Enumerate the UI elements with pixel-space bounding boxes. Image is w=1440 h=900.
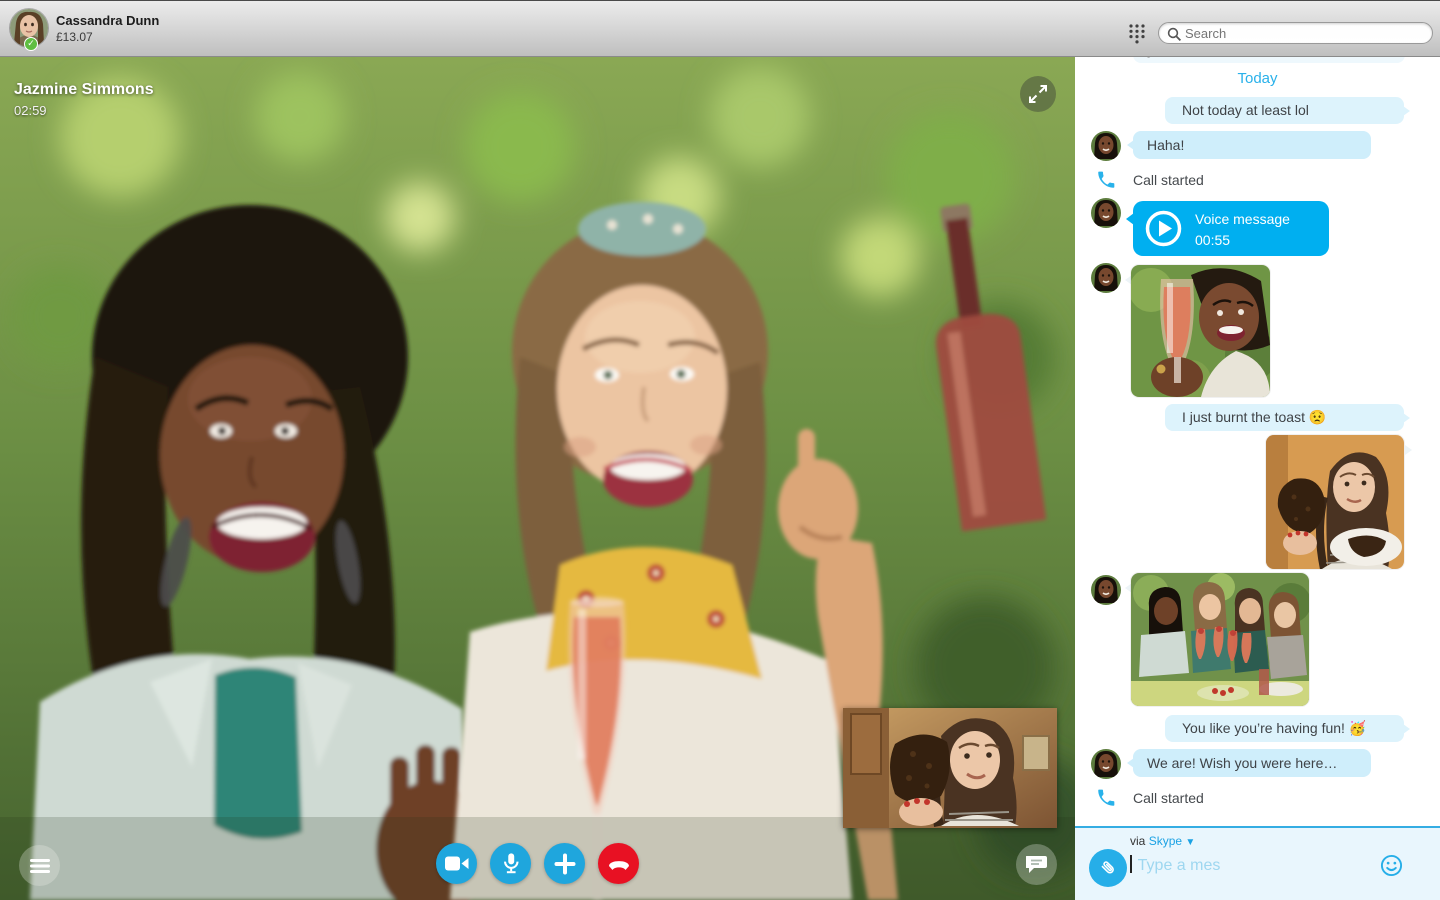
photo-message[interactable]: [1131, 573, 1309, 706]
message-bubble-sent: You like you’re having fun! 🥳: [1165, 715, 1410, 742]
voice-message-duration: 00:55: [1195, 232, 1231, 248]
end-call-icon: [608, 860, 629, 870]
peer-avatar[interactable]: [1091, 131, 1121, 161]
text-cursor: [1130, 855, 1132, 873]
plus-icon: [554, 853, 575, 874]
chat-bubble-icon: [1025, 856, 1047, 873]
account-balance: £13.07: [56, 30, 93, 44]
peer-avatar[interactable]: [1091, 749, 1121, 779]
via-service-selector[interactable]: via Skype ▼: [1130, 834, 1195, 848]
photo-message[interactable]: [1131, 265, 1270, 397]
add-participant-button[interactable]: [544, 843, 585, 884]
chevron-down-icon: ▼: [1185, 837, 1196, 848]
via-service: Skype: [1148, 834, 1183, 848]
play-button[interactable]: [1145, 210, 1182, 247]
message-bubble-sent: Not today at least lol: [1165, 97, 1410, 124]
peer-name: Jazmine Simmons: [14, 81, 154, 98]
chat-toggle-button[interactable]: [1016, 844, 1057, 885]
message-input[interactable]: Type a mes: [1130, 855, 1220, 875]
search-input[interactable]: [1185, 24, 1425, 42]
video-call-stage: Jazmine Simmons 02:59: [0, 57, 1075, 900]
fullscreen-button[interactable]: [1020, 76, 1056, 112]
clipped-message-bubble: yes: [1133, 57, 1405, 63]
phone-icon: [1098, 171, 1115, 188]
compose-area: via Skype ▼ Type a mes: [1075, 826, 1440, 900]
emoji-picker-button[interactable]: [1380, 854, 1403, 877]
peer-avatar[interactable]: [1091, 198, 1121, 228]
photo-message[interactable]: [1266, 435, 1404, 569]
hamburger-icon: [29, 858, 50, 873]
call-menu-button[interactable]: [19, 845, 60, 886]
peer-avatar[interactable]: [1091, 263, 1121, 293]
date-header: Today: [1237, 70, 1278, 87]
message-placeholder: Type a mes: [1137, 857, 1221, 874]
online-status-check-icon: ✓: [24, 37, 38, 51]
top-toolbar: ✓ Cassandra Dunn £13.07: [0, 0, 1440, 57]
system-message: Call started: [1133, 790, 1204, 806]
message-bubble-received: Haha!: [1127, 131, 1371, 159]
dialpad-icon[interactable]: [1126, 23, 1148, 45]
photo-tail: [1405, 445, 1412, 455]
self-view-video[interactable]: [843, 708, 1057, 828]
via-prefix: via: [1130, 834, 1146, 848]
toggle-camera-button[interactable]: [436, 843, 477, 884]
camera-icon: [444, 856, 468, 871]
peer-avatar[interactable]: [1091, 575, 1121, 605]
toggle-microphone-button[interactable]: [490, 843, 531, 884]
microphone-icon: [503, 853, 519, 874]
expand-icon: [1029, 85, 1047, 103]
message-bubble-sent: I just burnt the toast 😟: [1165, 404, 1410, 431]
call-timer: 02:59: [14, 103, 47, 118]
voice-message-title: Voice message: [1195, 211, 1290, 227]
message-bubble-received: We are! Wish you were here…: [1127, 749, 1371, 777]
search-icon: [1167, 27, 1182, 42]
paperclip-icon: [1101, 861, 1114, 874]
chat-panel: yes Today Not today at least lol Haha! C…: [1075, 57, 1440, 900]
voice-message-bubble: Voice message 00:55: [1126, 201, 1329, 256]
attach-file-button[interactable]: [1089, 849, 1127, 887]
user-name: Cassandra Dunn: [56, 13, 160, 28]
system-message: Call started: [1133, 172, 1204, 188]
phone-icon: [1098, 789, 1115, 806]
end-call-button[interactable]: [598, 843, 639, 884]
search-field[interactable]: [1158, 22, 1433, 44]
